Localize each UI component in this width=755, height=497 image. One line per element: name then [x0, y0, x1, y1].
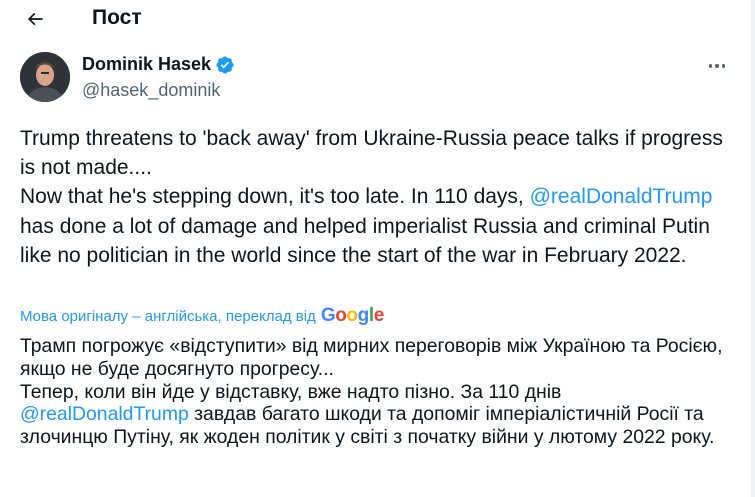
- tweet-text-line: Now that he's stepping down, it's too la…: [20, 185, 530, 209]
- google-logo: Google: [320, 305, 385, 326]
- verified-badge-icon[interactable]: [215, 55, 235, 75]
- avatar[interactable]: [20, 52, 70, 102]
- translated-mention-link[interactable]: @realDonaldTrump: [20, 403, 189, 425]
- translated-text-paragraph: @realDonaldTrump завдав багато шкоди та …: [20, 403, 735, 449]
- avatar-photo: [20, 52, 70, 102]
- translation-note[interactable]: Мова оригіналу – англійська, переклад ві…: [20, 305, 384, 327]
- author-name[interactable]: Dominik Hasek: [82, 54, 235, 75]
- translated-text-line: Трамп погрожує «відступити» від мирних п…: [20, 335, 723, 380]
- header: Пост: [0, 0, 751, 40]
- right-border: [751, 0, 755, 497]
- arrow-left-icon: [27, 12, 43, 26]
- back-button[interactable]: [18, 2, 52, 36]
- tweet-text-line: has done a lot of damage and helped impe…: [20, 214, 710, 267]
- author-name-text[interactable]: Dominik Hasek: [82, 54, 211, 75]
- author-handle[interactable]: @hasek_dominik: [82, 80, 220, 101]
- more-dots-icon[interactable]: [703, 54, 731, 78]
- tweet-text-line: Trump threatens to 'back away' from Ukra…: [20, 127, 723, 180]
- tweet-text-paragraph: Now that he's stepping down, it's too la…: [20, 182, 735, 270]
- translated-text-line: Тепер, коли він йде у відставку, вже над…: [20, 380, 562, 403]
- translated-text: Трамп погрожує «відступити» від мирних п…: [20, 335, 735, 449]
- tweet-text: Trump threatens to 'back away' from Ukra…: [20, 124, 735, 270]
- page-title: Пост: [92, 6, 142, 29]
- translation-note-text: Мова оригіналу – англійська, переклад ві…: [20, 307, 316, 325]
- mention-link[interactable]: @realDonaldTrump: [530, 185, 713, 208]
